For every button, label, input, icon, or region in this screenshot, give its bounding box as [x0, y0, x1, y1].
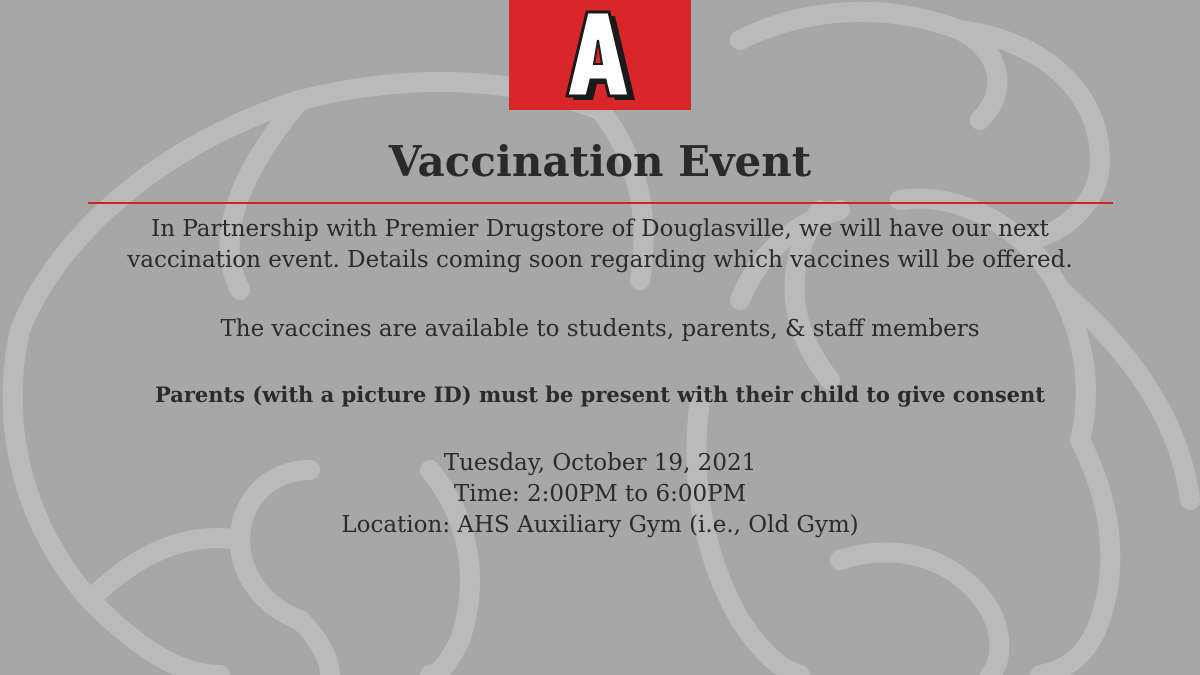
event-location: Location: AHS Auxiliary Gym (i.e., Old G… [341, 512, 859, 538]
letter-a-logo-icon [565, 10, 635, 100]
consent-notice: Parents (with a picture ID) must be pres… [154, 382, 1046, 407]
school-logo [509, 0, 691, 110]
event-details: Tuesday, October 19, 2021 Time: 2:00PM t… [0, 448, 1200, 541]
availability-text: The vaccines are available to students, … [220, 316, 980, 342]
event-time: Time: 2:00PM to 6:00PM [453, 481, 747, 507]
intro-line: vaccination event. Details coming soon r… [127, 247, 1073, 273]
page-title: Vaccination Event [388, 137, 812, 186]
intro-line: In Partnership with Premier Drugstore of… [151, 216, 1049, 242]
event-date: Tuesday, October 19, 2021 [443, 450, 757, 476]
intro-paragraph: In Partnership with Premier Drugstore of… [60, 214, 1140, 276]
title-divider [88, 202, 1113, 204]
